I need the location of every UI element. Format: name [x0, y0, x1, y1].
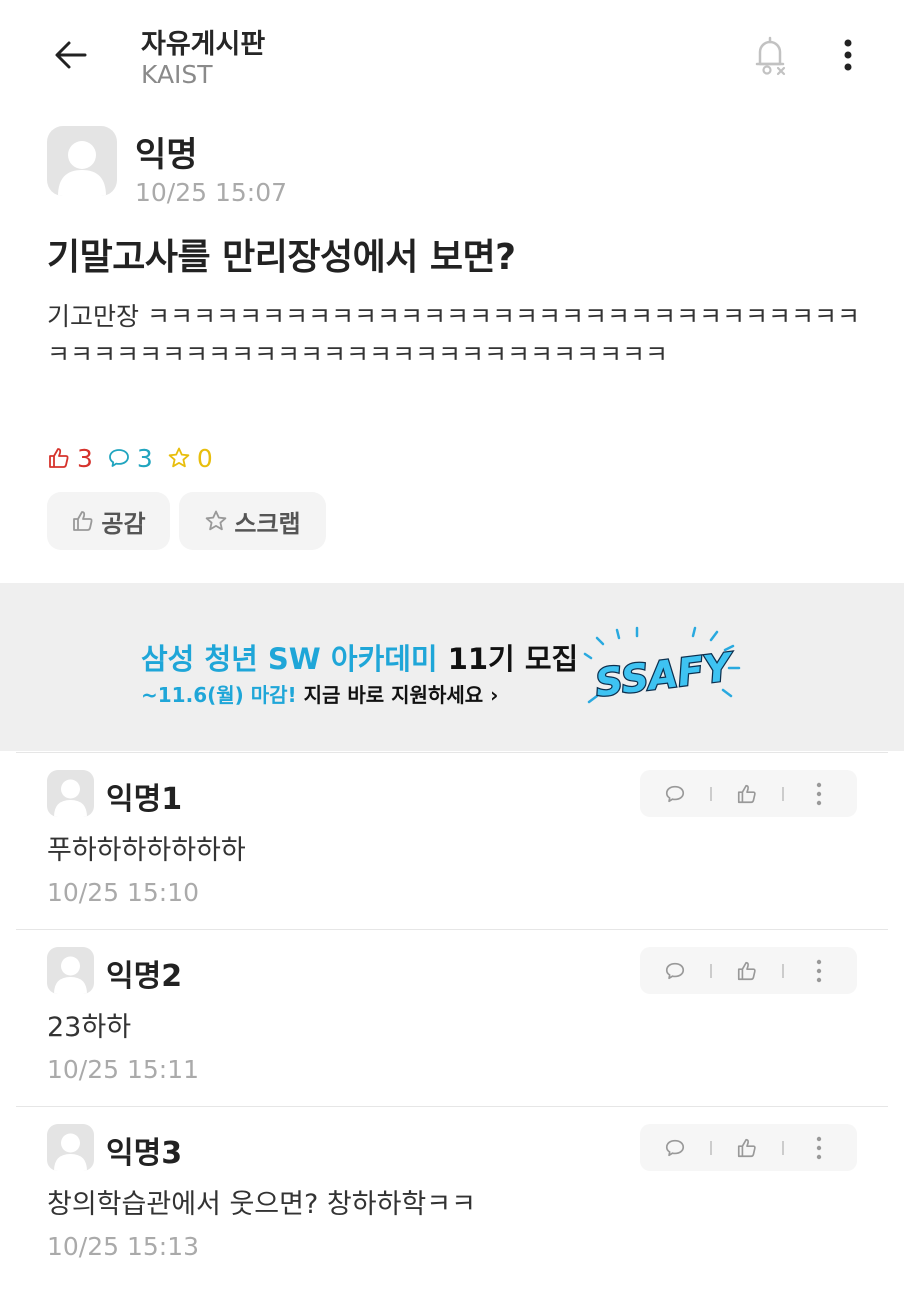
more-vertical-icon [816, 1136, 822, 1159]
reply-button[interactable] [640, 947, 710, 994]
default-avatar-icon [54, 956, 87, 994]
post-stats: 3 3 0 [47, 442, 227, 474]
speech-bubble-icon [665, 1139, 685, 1156]
bell-off-icon [755, 36, 786, 76]
ad-headline: 삼성 청년 SW 아카데미 11기 모집 [141, 636, 578, 678]
comment-text: 23하하 [47, 1012, 132, 1043]
thumbs-up-icon [49, 448, 69, 468]
default-avatar-icon [54, 779, 87, 817]
comment-author: 익명2 [106, 959, 183, 994]
star-icon [168, 447, 190, 468]
comment-count: 3 [107, 444, 153, 473]
comment-actions [640, 770, 857, 817]
comment-actions [640, 1124, 857, 1171]
post-author-avatar [47, 126, 117, 196]
ssafy-logo: SSAFY [583, 626, 741, 706]
comment-actions [640, 947, 857, 994]
ad-headline-recruit: 11기 모집 [437, 642, 579, 676]
comment-more-button[interactable] [784, 947, 854, 994]
like-count: 3 [47, 444, 93, 473]
school-name: KAIST [141, 60, 213, 89]
scrap-button-label: 스크랩 [234, 509, 301, 538]
like-button[interactable]: 공감 [47, 492, 170, 550]
default-avatar-icon [58, 141, 106, 196]
reply-button[interactable] [640, 770, 710, 817]
comment-author: 익명1 [106, 782, 183, 817]
board-title: 자유게시판 [141, 29, 266, 60]
speech-bubble-icon [109, 449, 129, 467]
ssafy-logo-text: SSAFY [593, 644, 737, 705]
comment-avatar [47, 1124, 94, 1171]
top-bar: 자유게시판 KAIST [0, 0, 904, 110]
comment-count-value: 3 [136, 443, 153, 473]
more-vertical-icon [816, 959, 822, 982]
post-body: 기고만장 ㅋㅋㅋㅋㅋㅋㅋㅋㅋㅋㅋㅋㅋㅋㅋㅋㅋㅋㅋㅋㅋㅋㅋㅋㅋㅋㅋㅋㅋㅋㅋㅋㅋㅋㅋ… [47, 302, 860, 369]
comment-timestamp: 10/25 15:10 [47, 878, 200, 907]
like-button-label: 공감 [101, 509, 146, 538]
divider [16, 752, 888, 753]
ad-subline: ~11.6(월) 마감! 지금 바로 지원하세요 › [141, 679, 498, 708]
post-author: 익명 [135, 135, 198, 175]
speech-bubble-icon [665, 785, 685, 802]
comment-author: 익명3 [106, 1136, 183, 1171]
more-vertical-icon [816, 782, 822, 805]
comment-avatar [47, 947, 94, 994]
thumbs-up-icon [737, 1138, 756, 1157]
back-button[interactable] [46, 30, 96, 80]
scrap-button[interactable]: 스크랩 [179, 492, 326, 550]
divider [16, 929, 888, 930]
comment-like-button[interactable] [712, 770, 782, 817]
comment-timestamp: 10/25 15:11 [47, 1055, 200, 1084]
comment-text: 푸하하하하하하하 [47, 835, 246, 866]
arrow-left-icon [55, 41, 87, 69]
comment-text: 창의학습관에서 웃으면? 창하하학ㅋㅋ [47, 1189, 476, 1220]
post-title: 기말고사를 만리장성에서 보면? [47, 237, 516, 278]
more-options-button[interactable] [826, 30, 870, 80]
post-timestamp: 10/25 15:07 [135, 178, 288, 207]
like-count-value: 3 [77, 443, 93, 473]
more-vertical-icon [844, 39, 852, 71]
scrap-count: 0 [167, 444, 213, 473]
default-avatar-icon [54, 1133, 87, 1171]
comment-more-button[interactable] [784, 1124, 854, 1171]
divider [16, 1106, 888, 1107]
comment-more-button[interactable] [784, 770, 854, 817]
thumbs-up-icon [73, 511, 93, 531]
reply-button[interactable] [640, 1124, 710, 1171]
thumbs-up-icon [737, 961, 756, 980]
notification-toggle-button[interactable] [746, 30, 794, 80]
star-icon [206, 510, 227, 531]
thumbs-up-icon [737, 784, 756, 803]
scrap-count-value: 0 [196, 443, 213, 473]
speech-bubble-icon [665, 962, 685, 979]
comment-like-button[interactable] [712, 947, 782, 994]
ad-cta: 지금 바로 지원하세요 › [296, 683, 499, 707]
ad-headline-program: 삼성 청년 SW 아카데미 [141, 642, 438, 676]
ad-deadline: ~11.6(월) 마감! [141, 683, 297, 707]
comment-timestamp: 10/25 15:13 [47, 1232, 200, 1261]
comment-avatar [47, 770, 94, 817]
comment-like-button[interactable] [712, 1124, 782, 1171]
